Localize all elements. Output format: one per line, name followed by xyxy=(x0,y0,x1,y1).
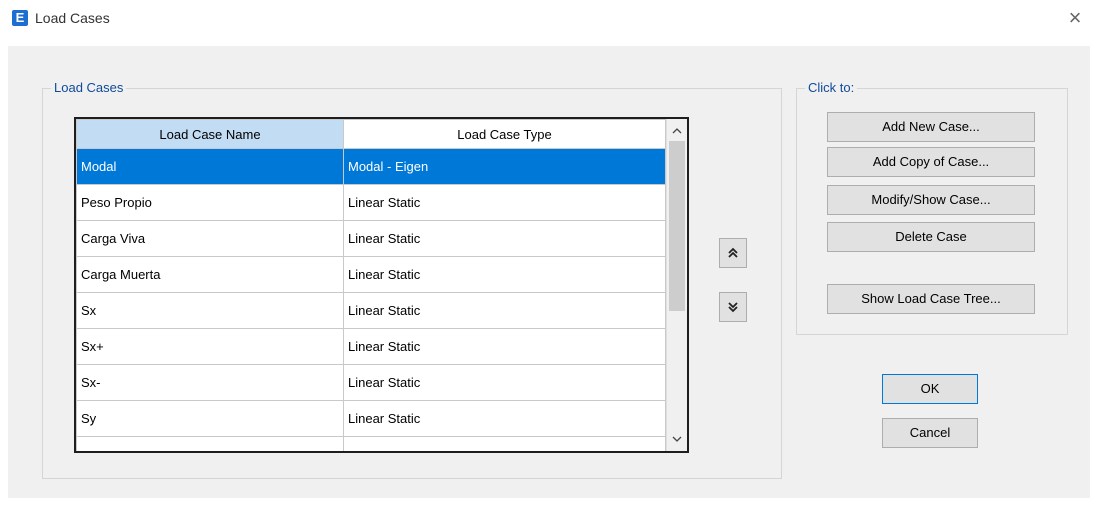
row-type-cell[interactable]: Linear Static xyxy=(343,400,666,437)
table-row[interactable] xyxy=(76,436,666,451)
row-type-cell[interactable] xyxy=(343,436,666,451)
row-type-cell[interactable]: Modal - Eigen xyxy=(343,148,666,185)
row-name-cell[interactable]: Sy xyxy=(76,400,344,437)
row-name-cell[interactable]: Peso Propio xyxy=(76,184,344,221)
dialog-body: Load Cases Click to: Load Case Name Load… xyxy=(8,46,1090,498)
grid-vertical-scrollbar[interactable] xyxy=(666,119,687,451)
scroll-up-icon[interactable] xyxy=(667,122,687,140)
table-row[interactable]: Sy Linear Static xyxy=(76,400,666,437)
double-chevron-down-icon xyxy=(728,302,738,313)
move-down-button[interactable] xyxy=(719,292,747,322)
column-header-name[interactable]: Load Case Name xyxy=(76,119,344,149)
cancel-button[interactable]: Cancel xyxy=(882,418,978,448)
modify-show-case-button[interactable]: Modify/Show Case... xyxy=(827,185,1035,215)
load-cases-table: Load Case Name Load Case Type Modal Moda… xyxy=(76,119,666,451)
close-icon[interactable]: × xyxy=(1063,6,1087,30)
column-header-type[interactable]: Load Case Type xyxy=(343,119,666,149)
row-name-cell[interactable]: Carga Muerta xyxy=(76,256,344,293)
row-name-cell[interactable]: Sx+ xyxy=(76,328,344,365)
table-row[interactable]: Sx- Linear Static xyxy=(76,364,666,401)
delete-case-button[interactable]: Delete Case xyxy=(827,222,1035,252)
click-to-group-label: Click to: xyxy=(805,80,858,95)
row-type-cell[interactable]: Linear Static xyxy=(343,220,666,257)
row-type-cell[interactable]: Linear Static xyxy=(343,292,666,329)
scroll-down-icon[interactable] xyxy=(667,430,687,448)
row-name-cell[interactable]: Sx xyxy=(76,292,344,329)
add-copy-of-case-button[interactable]: Add Copy of Case... xyxy=(827,147,1035,177)
window-title: Load Cases xyxy=(35,10,110,26)
row-name-cell[interactable]: Carga Viva xyxy=(76,220,344,257)
app-icon: E xyxy=(12,10,28,26)
double-chevron-up-icon xyxy=(728,247,738,258)
table-row[interactable]: Modal Modal - Eigen xyxy=(76,148,666,185)
show-load-case-tree-button[interactable]: Show Load Case Tree... xyxy=(827,284,1035,314)
row-type-cell[interactable]: Linear Static xyxy=(343,184,666,221)
row-name-cell[interactable]: Modal xyxy=(76,148,344,185)
row-type-cell[interactable]: Linear Static xyxy=(343,328,666,365)
add-new-case-button[interactable]: Add New Case... xyxy=(827,112,1035,142)
table-row[interactable]: Carga Viva Linear Static xyxy=(76,220,666,257)
load-cases-grid[interactable]: Load Case Name Load Case Type Modal Moda… xyxy=(74,117,689,453)
load-cases-group-label: Load Cases xyxy=(51,80,127,95)
move-up-button[interactable] xyxy=(719,238,747,268)
row-name-cell[interactable] xyxy=(76,436,344,451)
ok-button[interactable]: OK xyxy=(882,374,978,404)
table-row[interactable]: Sx+ Linear Static xyxy=(76,328,666,365)
table-row[interactable]: Sx Linear Static xyxy=(76,292,666,329)
row-type-cell[interactable]: Linear Static xyxy=(343,364,666,401)
table-row[interactable]: Peso Propio Linear Static xyxy=(76,184,666,221)
row-name-cell[interactable]: Sx- xyxy=(76,364,344,401)
title-bar: E Load Cases × xyxy=(0,0,1097,46)
scroll-thumb[interactable] xyxy=(669,141,685,311)
row-type-cell[interactable]: Linear Static xyxy=(343,256,666,293)
table-row[interactable]: Carga Muerta Linear Static xyxy=(76,256,666,293)
